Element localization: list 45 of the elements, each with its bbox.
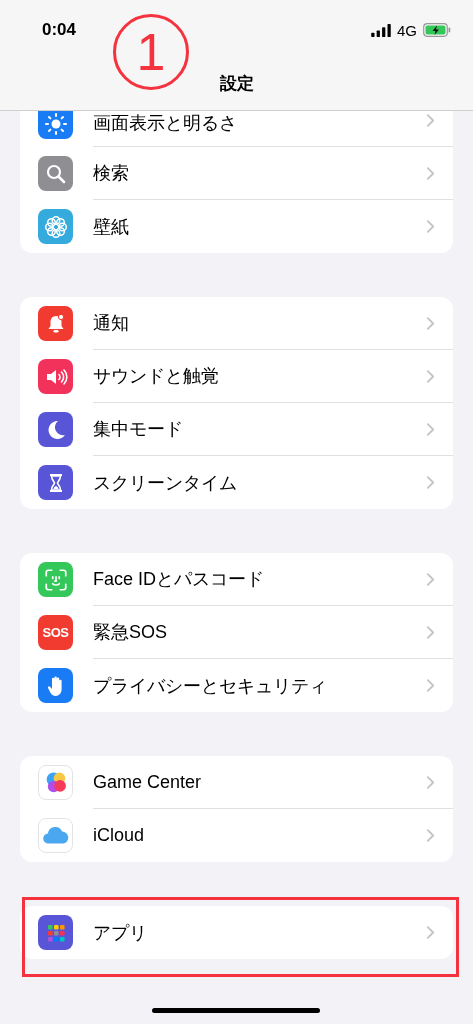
settings-row[interactable]: SOS 緊急SOS xyxy=(20,606,453,659)
settings-row[interactable]: 壁紙 xyxy=(20,200,453,253)
settings-row[interactable]: 集中モード xyxy=(20,403,453,456)
row-label: 壁紙 xyxy=(93,215,129,239)
row-label: 画面表示と明るさ xyxy=(93,112,237,135)
settings-row[interactable]: サウンドと触覚 xyxy=(20,350,453,403)
chevron-icon xyxy=(426,475,435,490)
chevron-icon xyxy=(426,219,435,234)
row-label: アプリ xyxy=(93,921,147,945)
row-label: iCloud xyxy=(93,825,145,846)
settings-row[interactable]: スクリーンタイム xyxy=(20,456,453,509)
settings-row[interactable]: プライバシーとセキュリティ xyxy=(20,659,453,712)
settings-row[interactable]: Face IDとパスコード xyxy=(20,553,453,606)
row-label: サウンドと触覚 xyxy=(93,365,219,388)
chevron-icon xyxy=(426,678,435,693)
row-label: 検索 xyxy=(93,162,129,185)
chevron-icon xyxy=(426,165,435,181)
settings-row[interactable]: アプリ xyxy=(20,906,453,959)
chevron-icon xyxy=(426,624,435,640)
row-label: プライバシーとセキュリティ xyxy=(93,674,327,698)
chevron-icon xyxy=(426,925,435,940)
row-label: 通知 xyxy=(93,312,129,335)
app-tile-icon: SOS xyxy=(38,615,73,650)
settings-row[interactable]: Game Center xyxy=(20,756,453,809)
row-label: 集中モード xyxy=(93,418,183,441)
row-label: Game Center xyxy=(93,771,202,793)
step-number-annotation: 1 xyxy=(113,14,189,90)
battery-charging-icon xyxy=(423,23,451,37)
chevron-icon xyxy=(426,421,435,437)
chevron-icon xyxy=(426,315,435,331)
chevron-icon xyxy=(426,368,435,384)
network-label: 4G xyxy=(397,21,417,39)
status-time: 0:04 xyxy=(42,20,77,40)
row-label: Face IDとパスコード xyxy=(93,568,265,591)
row-label: スクリーンタイム xyxy=(93,471,237,495)
chevron-icon xyxy=(426,571,435,587)
chevron-icon xyxy=(426,828,435,843)
row-label: 緊急SOS xyxy=(93,621,167,644)
screen-title: 設定 xyxy=(218,73,255,95)
settings-row[interactable]: iCloud xyxy=(20,809,453,862)
settings-row[interactable]: 検索 xyxy=(20,147,453,200)
chevron-icon xyxy=(426,774,435,790)
signal-icon xyxy=(371,23,391,37)
chevron-icon xyxy=(426,113,435,128)
settings-row[interactable]: 通知 xyxy=(20,297,453,350)
